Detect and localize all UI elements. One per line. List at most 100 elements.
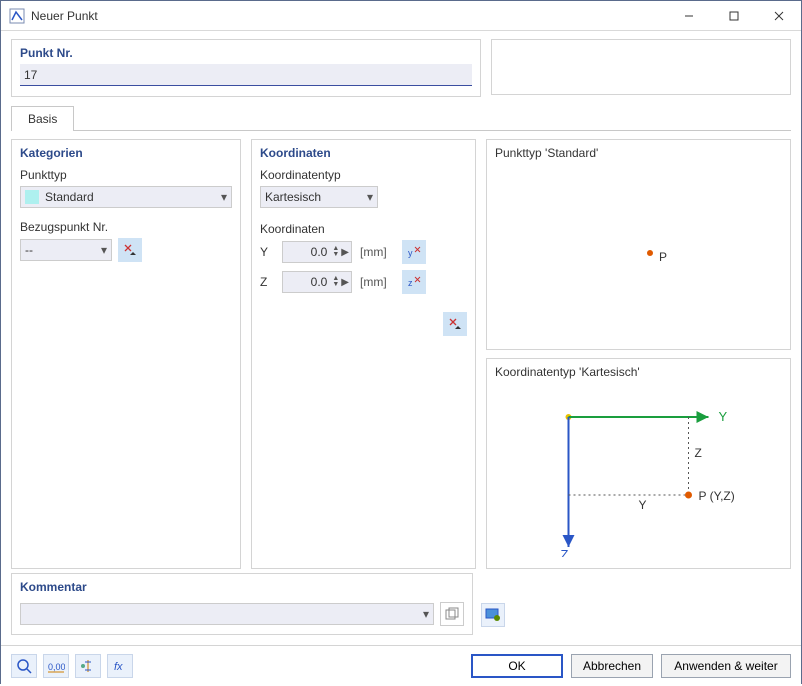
spinner-icon[interactable]: ▲▼ — [332, 276, 339, 288]
coord-z-input[interactable]: 0.0 ▲▼ ▶ — [282, 271, 352, 293]
pick-point-icon — [448, 317, 462, 331]
fx-icon: fx — [112, 658, 128, 674]
pick-z-icon: z — [407, 275, 421, 289]
pick-point-icon — [123, 243, 137, 257]
koord-sub-label: Koordinaten — [260, 222, 467, 236]
coord-y-label: Y — [260, 245, 274, 259]
kommentar-row: Kommentar ▾ — [1, 569, 801, 645]
tabs-row: Basis — [1, 105, 801, 131]
koordtyp-label: Koordinatentyp — [260, 168, 467, 182]
measure-icon — [80, 658, 96, 674]
magnifier-icon — [16, 658, 32, 674]
bezug-value: -- — [25, 243, 101, 257]
tool-function-button[interactable]: fx — [107, 654, 133, 678]
kommentar-select[interactable]: ▾ — [20, 603, 434, 625]
top-area: Punkt Nr. — [1, 31, 801, 97]
kommentar-side — [481, 603, 791, 635]
tool-help-button[interactable] — [11, 654, 37, 678]
apply-button[interactable]: Anwenden & weiter — [661, 654, 791, 678]
svg-text:fx: fx — [114, 661, 123, 673]
bezug-pick-button[interactable] — [118, 238, 142, 262]
window-controls — [666, 1, 801, 30]
coord-row-z: Z 0.0 ▲▼ ▶ [mm] z — [260, 270, 467, 294]
svg-text:Z: Z — [695, 446, 702, 460]
spinner-icon[interactable]: ▲▼ — [332, 246, 339, 258]
svg-text:y: y — [408, 248, 413, 258]
ok-button[interactable]: OK — [471, 654, 563, 678]
coord-y-input[interactable]: 0.0 ▲▼ ▶ — [282, 241, 352, 263]
titlebar: Neuer Punkt — [1, 1, 801, 31]
minimize-button[interactable] — [666, 1, 711, 30]
left-column: Kategorien Punkttyp Standard ▾ Bezugspun… — [11, 139, 241, 569]
close-button[interactable] — [756, 1, 801, 30]
kommentar-header: Kommentar — [12, 574, 472, 600]
punkttyp-select[interactable]: Standard ▾ — [20, 186, 232, 208]
punkttyp-value: Standard — [45, 190, 221, 204]
expand-icon[interactable]: ▶ — [341, 247, 349, 258]
right-column: Punkttyp 'Standard' P Koordinatentyp 'Ka… — [486, 139, 791, 569]
punkt-nr-header: Punkt Nr. — [12, 40, 480, 62]
preview-koordtyp: Koordinatentyp 'Kartesisch' Y Z — [486, 358, 791, 569]
chevron-down-icon: ▾ — [367, 190, 373, 204]
preview-punkttyp-title: Punkttyp 'Standard' — [495, 146, 782, 160]
expand-icon[interactable]: ▶ — [341, 277, 349, 288]
body-area: Kategorien Punkttyp Standard ▾ Bezugspun… — [1, 131, 801, 569]
koordtyp-value: Kartesisch — [265, 190, 367, 204]
punkt-nr-panel: Punkt Nr. — [11, 39, 481, 97]
axis-y-label: Y — [719, 409, 728, 424]
tool-units-button[interactable]: 0,00 — [43, 654, 69, 678]
tab-basis[interactable]: Basis — [11, 106, 74, 131]
punkttyp-label: Punkttyp — [20, 168, 232, 182]
koordinaten-panel: Koordinaten Koordinatentyp Kartesisch ▾ … — [251, 139, 476, 569]
bezug-select[interactable]: -- ▾ — [20, 239, 112, 261]
coord-z-unit: [mm] — [360, 275, 394, 289]
maximize-button[interactable] — [711, 1, 756, 30]
svg-text:Y: Y — [639, 498, 647, 512]
tabstrip: Basis — [11, 105, 791, 131]
display-icon — [485, 608, 501, 622]
coord-z-value: 0.0 — [283, 275, 329, 289]
coord-y-unit: [mm] — [360, 245, 394, 259]
dialog-content: Punkt Nr. Basis Kategorien Punkttyp — [1, 31, 801, 686]
coord-z-label: Z — [260, 275, 274, 289]
tool-measure-button[interactable] — [75, 654, 101, 678]
svg-text:z: z — [408, 278, 413, 288]
punkttyp-swatch-icon — [25, 190, 39, 204]
punkt-nr-input[interactable] — [20, 64, 472, 86]
app-icon — [9, 8, 25, 24]
dialog-window: Neuer Punkt Punkt Nr. Basis — [0, 0, 802, 684]
preview-point-label: P — [659, 250, 667, 264]
mid-column: Koordinaten Koordinatentyp Kartesisch ▾ … — [251, 139, 476, 569]
window-title: Neuer Punkt — [31, 9, 666, 23]
preview-point-icon — [647, 250, 653, 256]
axis-z-label: Z — [561, 547, 569, 557]
koordinaten-header: Koordinaten — [252, 140, 475, 166]
svg-text:0,00: 0,00 — [48, 662, 65, 672]
cancel-button[interactable]: Abbrechen — [571, 654, 653, 678]
chevron-down-icon: ▾ — [423, 607, 429, 621]
coord-y-value: 0.0 — [283, 245, 329, 259]
coord-row-y: Y 0.0 ▲▼ ▶ [mm] y — [260, 240, 467, 264]
coord-pick-all-button[interactable] — [443, 312, 467, 336]
preview-koordtyp-title: Koordinatentyp 'Kartesisch' — [495, 365, 782, 379]
kategorien-header: Kategorien — [12, 140, 240, 166]
display-settings-button[interactable] — [481, 603, 505, 627]
bottom-bar: 0,00 fx OK Abbrechen Anwenden & weiter — [1, 645, 801, 686]
preview-punkttyp: Punkttyp 'Standard' P — [486, 139, 791, 350]
koordtyp-select[interactable]: Kartesisch ▾ — [260, 186, 378, 208]
bezug-label: Bezugspunkt Nr. — [20, 220, 232, 234]
tool-icons: 0,00 fx — [11, 654, 133, 678]
axis-diagram: Y Z P (Y,Z) Y Z — [495, 387, 782, 557]
chevron-down-icon: ▾ — [221, 190, 227, 204]
coord-y-pick-button[interactable]: y — [402, 240, 426, 264]
kommentar-panel: Kommentar ▾ — [11, 573, 473, 635]
coord-z-pick-button[interactable]: z — [402, 270, 426, 294]
chevron-down-icon: ▾ — [101, 243, 107, 257]
units-icon: 0,00 — [47, 659, 65, 673]
kategorien-panel: Kategorien Punkttyp Standard ▾ Bezugspun… — [11, 139, 241, 569]
library-icon — [445, 607, 459, 621]
pick-y-icon: y — [407, 245, 421, 259]
kommentar-library-button[interactable] — [440, 602, 464, 626]
top-right-panel — [491, 39, 791, 95]
svg-text:P (Y,Z): P (Y,Z) — [699, 489, 735, 503]
